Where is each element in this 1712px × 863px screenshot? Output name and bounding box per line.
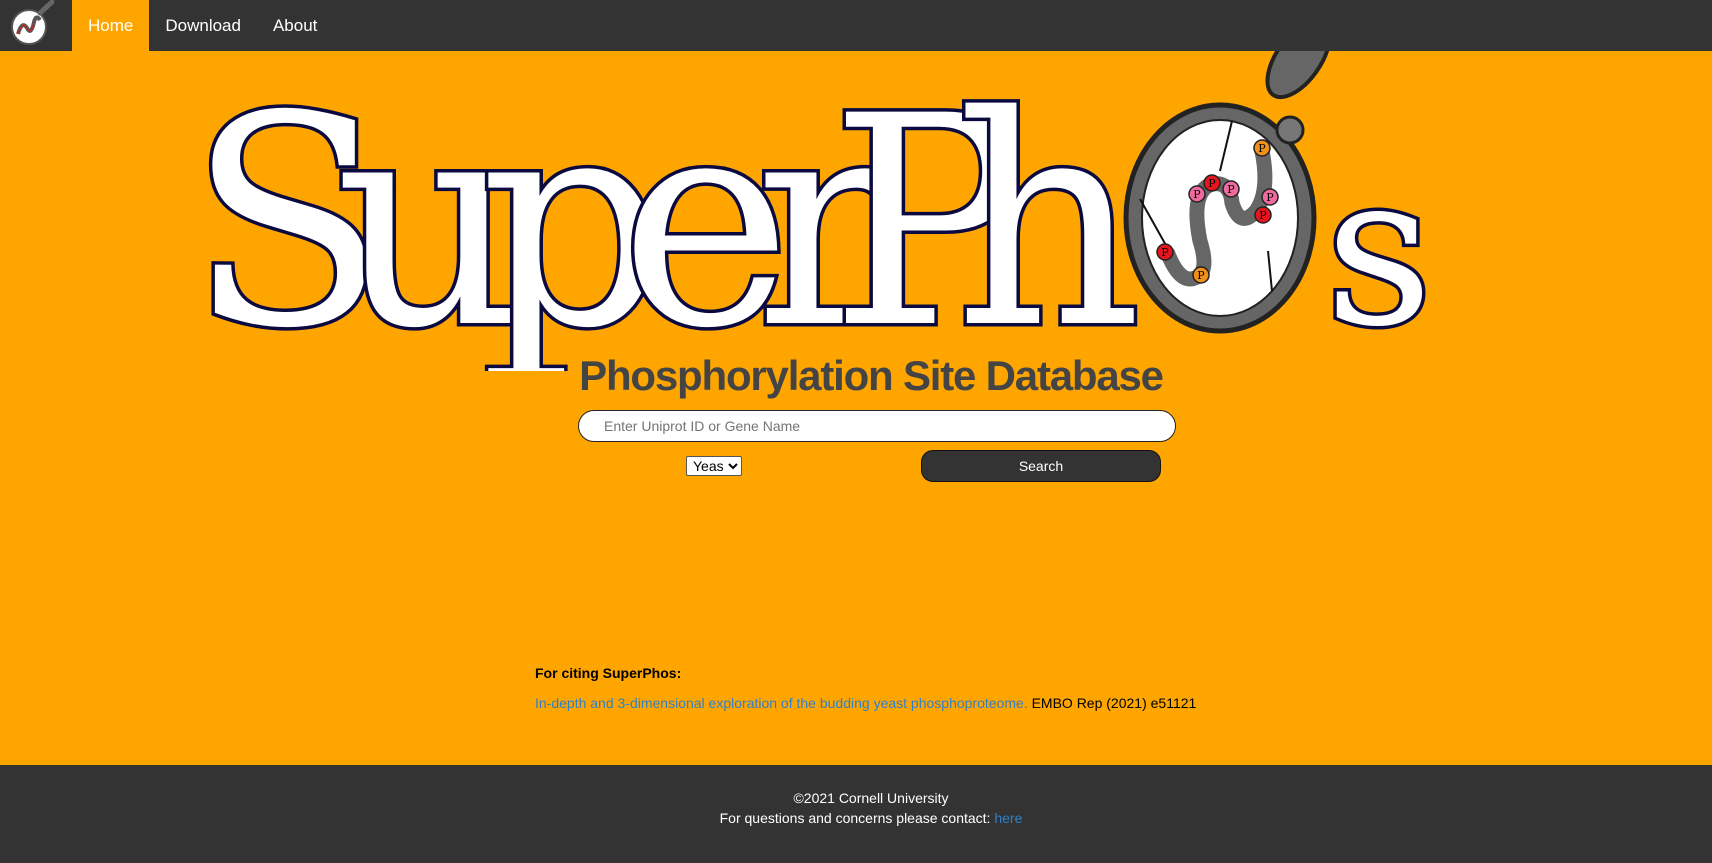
phospho-marker-orange: P (1258, 142, 1266, 155)
species-select[interactable]: Yeast (686, 456, 742, 476)
page-footer: ©2021 Cornell University For questions a… (0, 765, 1712, 863)
phospho-marker-red: P (1208, 177, 1216, 190)
phospho-marker-orange: P (1197, 269, 1205, 282)
superphos-logo: S u p e r P h s P P P P P P P P (0, 18, 1712, 396)
footer-copyright: ©2021 Cornell University (793, 790, 949, 806)
search-input[interactable] (578, 410, 1176, 442)
site-logo-icon[interactable] (0, 0, 72, 51)
phospho-marker-pink: P (1193, 188, 1201, 201)
footer-contact-link[interactable]: here (994, 810, 1022, 826)
nav-home-label: Home (88, 15, 134, 35)
phospho-marker-red: P (1259, 209, 1267, 222)
top-navbar: Home Download About (0, 0, 1712, 51)
nav-home[interactable]: Home (72, 0, 150, 51)
citation-paper-link[interactable]: In-depth and 3-dimensional exploration o… (535, 695, 1028, 711)
nav-download[interactable]: Download (149, 0, 257, 51)
citation-heading: For citing SuperPhos: (535, 665, 682, 681)
logo-letter-s-final: s (1325, 128, 1433, 371)
nav-about-label: About (272, 15, 318, 35)
footer-contact: For questions and concerns please contac… (0, 810, 1712, 826)
phospho-marker-red: P (1161, 246, 1169, 259)
citation-journal: EMBO Rep (2021) e51121 (1031, 695, 1197, 711)
page-subtitle: Phosphorylation Site Database (579, 352, 1164, 399)
logo-letter-h: h (955, 55, 1142, 371)
search-button[interactable]: Search (921, 450, 1161, 482)
footer-contact-text: For questions and concerns please contac… (719, 810, 991, 826)
nav-about[interactable]: About (257, 0, 333, 51)
nav-download-label: Download (165, 15, 241, 35)
citation-line: In-depth and 3-dimensional exploration o… (535, 695, 1196, 711)
phospho-marker-pink: P (1227, 183, 1235, 196)
phospho-marker-pink: P (1266, 191, 1274, 204)
